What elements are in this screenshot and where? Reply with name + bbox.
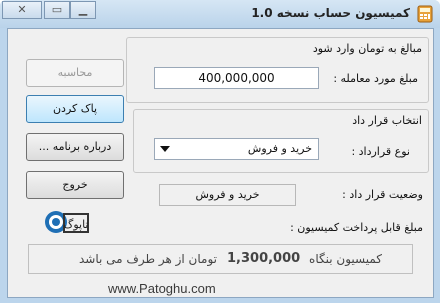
minimize-button[interactable]: ▁	[70, 1, 96, 19]
contract-status-label: وضعیت قرار داد :	[342, 188, 423, 201]
title-bar[interactable]: ✕ ▭ ▁ کمیسیون حساب نسخه 1.0	[0, 0, 440, 28]
exit-button[interactable]: خروج	[26, 171, 124, 199]
contract-type-label: نوع قرارداد :	[351, 145, 410, 158]
deal-amount-input[interactable]: 400,000,000	[154, 67, 319, 89]
commission-result-prefix: کمیسیون بنگاه	[309, 252, 382, 266]
deal-amount-label: مبلغ مورد معامله :	[333, 72, 418, 85]
contract-group: انتخاب قرار داد خرید و فروش نوع قرارداد …	[133, 109, 429, 173]
amount-heading: مبالغ به تومان وارد شود	[312, 42, 422, 55]
contract-type-value: خرید و فروش	[247, 142, 312, 155]
dropdown-arrow-icon[interactable]	[160, 145, 170, 153]
commission-result-box: کمیسیون بنگاه 1,300,000 تومان از هر طرف …	[28, 244, 413, 274]
about-button[interactable]: درباره برنامه ...	[26, 133, 124, 161]
logo-text: تاپوگ	[63, 218, 88, 231]
commission-label: مبلغ قابل پرداخت کمیسیون :	[290, 221, 423, 234]
contract-heading: انتخاب قرار داد	[352, 114, 422, 127]
calculate-button[interactable]: محاسبه	[26, 59, 124, 87]
patoghu-logo: تاپوگ	[45, 211, 89, 233]
close-button[interactable]: ✕	[2, 1, 42, 19]
calculator-icon	[417, 5, 433, 23]
commission-result-amount: 1,300,000	[227, 251, 301, 266]
maximize-button[interactable]: ▭	[44, 1, 70, 19]
watermark: www.Patoghu.com	[108, 281, 216, 296]
main-panel: مبالغ به تومان وارد شود مبلغ مورد معامله…	[7, 28, 434, 298]
app-window: ✕ ▭ ▁ کمیسیون حساب نسخه 1.0 مبالغ به توم…	[0, 0, 440, 303]
amount-group: مبالغ به تومان وارد شود مبلغ مورد معامله…	[126, 37, 429, 103]
commission-result-suffix: تومان از هر طرف می باشد	[79, 252, 217, 266]
window-title: کمیسیون حساب نسخه 1.0	[251, 6, 410, 20]
contract-status-value: خرید و فروش	[159, 184, 296, 206]
clear-button[interactable]: پاک کردن	[26, 95, 124, 123]
contract-type-dropdown[interactable]: خرید و فروش	[154, 138, 319, 160]
